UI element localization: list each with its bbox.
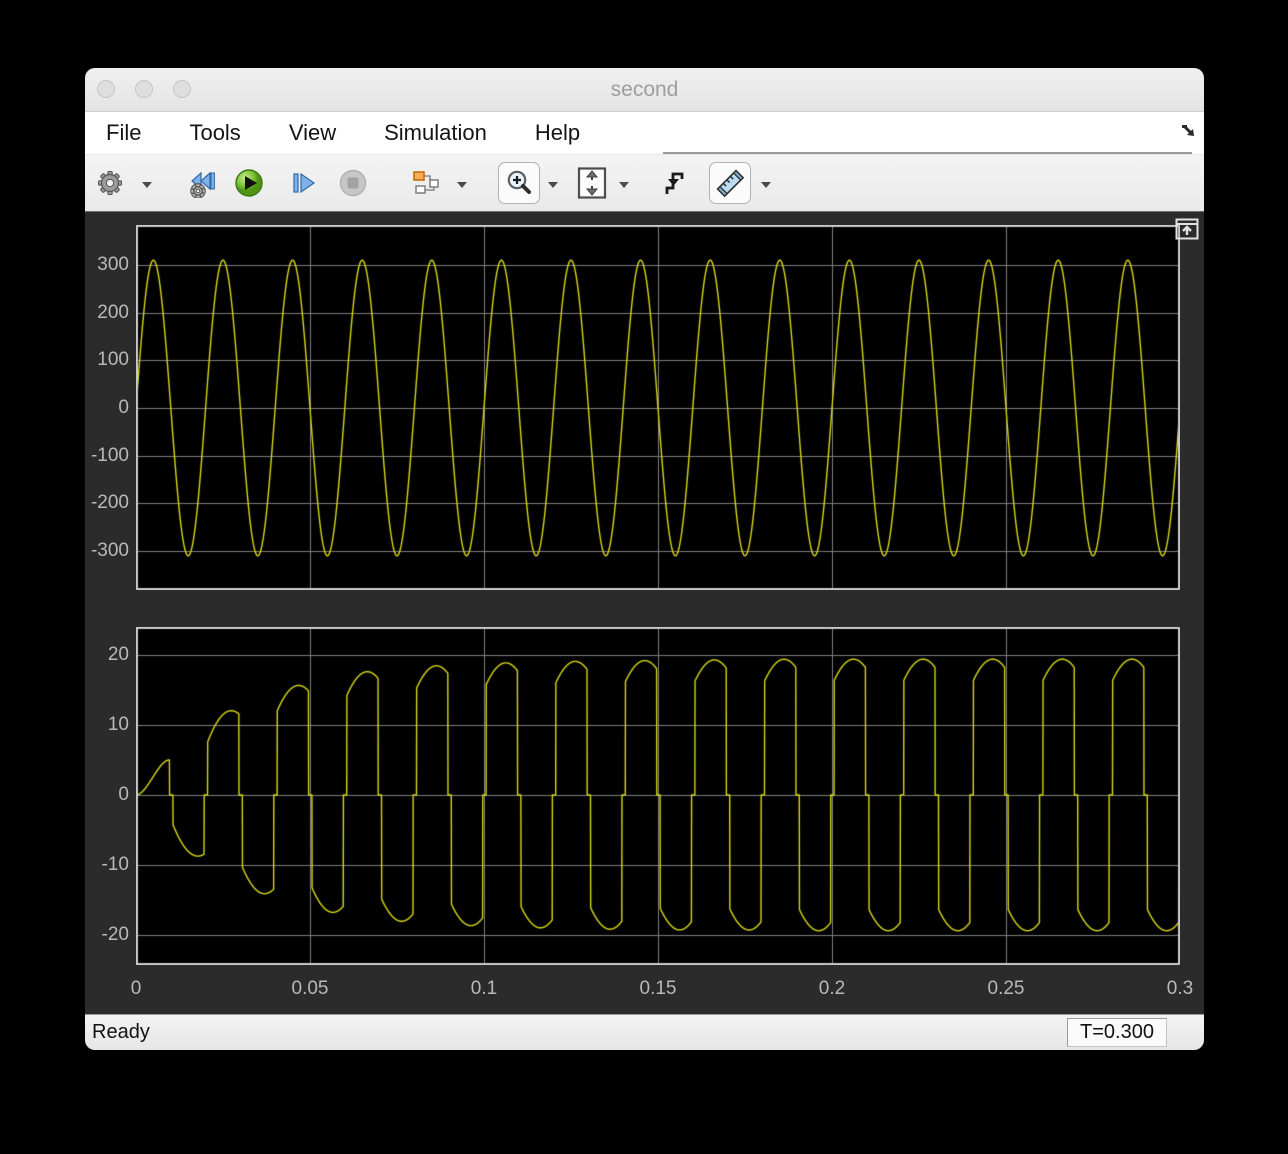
zoom-button[interactable] xyxy=(498,162,540,204)
menubar-groove xyxy=(663,152,1192,154)
x-tick-label: 0.15 xyxy=(639,978,677,999)
detach-arrow-icon[interactable] xyxy=(1179,121,1197,139)
dock-button[interactable] xyxy=(1174,217,1200,241)
step-back-button[interactable] xyxy=(183,163,223,203)
step-forward-button[interactable] xyxy=(283,163,323,203)
fit-to-view-dropdown-caret-icon[interactable] xyxy=(619,181,629,188)
statusbar: Ready T=0.300 xyxy=(85,1014,1204,1050)
menu-items: File Tools View Simulation Help xyxy=(106,120,628,146)
y-tick-label: -200 xyxy=(90,492,129,514)
stop-icon xyxy=(338,168,368,198)
x-tick-label: 0 xyxy=(130,978,142,999)
fit-to-view-button[interactable] xyxy=(572,163,612,203)
x-tick-label: 0.05 xyxy=(291,978,329,999)
x-tick-label: 0.1 xyxy=(470,978,498,999)
y-tick-label: -10 xyxy=(101,853,129,875)
y-tick-label: 20 xyxy=(107,643,129,665)
y-tick-label: -300 xyxy=(90,539,129,561)
ruler-icon xyxy=(714,167,746,199)
x-tick-label: 0.25 xyxy=(987,978,1025,999)
step-back-icon xyxy=(188,168,218,198)
gear-icon xyxy=(95,168,125,198)
blocks-icon xyxy=(411,168,441,198)
y-tick-label: 300 xyxy=(97,254,129,276)
zoom-in-icon xyxy=(504,168,534,198)
simulink-blocks-dropdown-caret-icon[interactable] xyxy=(457,181,467,188)
zoom-dropdown-caret-icon[interactable] xyxy=(548,181,558,188)
fit-vertical-icon xyxy=(575,166,609,200)
scope-display: 300 200 100 0 -100 -200 -300 20 10 0 -10 -20 0 0.05 0.… xyxy=(85,212,1204,1014)
menu-simulation[interactable]: Simulation xyxy=(384,120,487,146)
scope-window: second File Tools View Simulation Help 3… xyxy=(85,68,1204,1050)
simulink-blocks-button[interactable] xyxy=(406,163,446,203)
window-title: second xyxy=(610,78,679,101)
y-tick-label: 0 xyxy=(118,396,129,418)
play-icon xyxy=(234,168,264,198)
minimize-button[interactable] xyxy=(135,80,153,98)
y-tick-label: 0 xyxy=(118,783,129,805)
y-tick-label: -100 xyxy=(90,444,129,466)
menubar: File Tools View Simulation Help xyxy=(85,112,1204,155)
dock-arrow-icon xyxy=(1175,218,1199,240)
status-text: Ready xyxy=(92,1021,150,1043)
menu-file[interactable]: File xyxy=(106,120,141,146)
current-plot-canvas[interactable] xyxy=(136,627,1180,965)
stop-button[interactable] xyxy=(333,163,373,203)
menu-view[interactable]: View xyxy=(289,120,336,146)
y-tick-label: -20 xyxy=(101,923,129,945)
zoom-window-button[interactable] xyxy=(173,80,191,98)
traffic-lights xyxy=(97,80,191,98)
step-forward-icon xyxy=(288,168,318,198)
measurements-button[interactable] xyxy=(709,162,751,204)
y-tick-label: 200 xyxy=(97,301,129,323)
voltage-plot-canvas[interactable] xyxy=(136,225,1180,590)
x-tick-label: 0.2 xyxy=(818,978,846,999)
trigger-icon xyxy=(663,168,693,198)
y-tick-label: 10 xyxy=(107,713,129,735)
toolbar xyxy=(85,155,1204,212)
run-button[interactable] xyxy=(229,163,269,203)
y-tick-label: 100 xyxy=(97,349,129,371)
x-tick-label: 0.3 xyxy=(1166,978,1194,999)
measurements-dropdown-caret-icon[interactable] xyxy=(761,181,771,188)
menu-tools[interactable]: Tools xyxy=(189,120,240,146)
menu-help[interactable]: Help xyxy=(535,120,580,146)
parameters-dropdown-caret-icon[interactable] xyxy=(142,181,152,188)
parameters-button[interactable] xyxy=(90,163,130,203)
titlebar[interactable]: second xyxy=(85,68,1204,112)
simulation-time-display: T=0.300 xyxy=(1067,1018,1167,1047)
trigger-button[interactable] xyxy=(658,163,698,203)
desktop: { "window": { "title": "second" }, "titl… xyxy=(0,0,1288,1154)
close-button[interactable] xyxy=(97,80,115,98)
